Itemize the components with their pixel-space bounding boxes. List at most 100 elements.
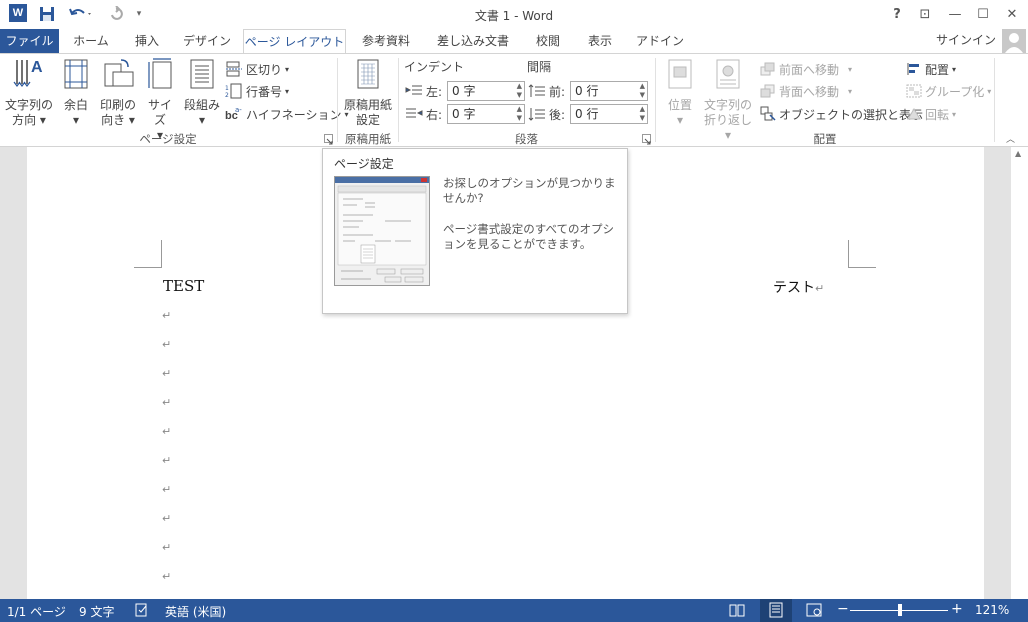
divider	[398, 58, 399, 142]
ribbon-display-options-button[interactable]: ⊡	[911, 3, 939, 25]
columns-icon	[190, 59, 214, 89]
spacing-before-icon	[528, 84, 545, 97]
divider	[655, 58, 656, 142]
selection-pane-button[interactable]: オブジェクトの選択と表示	[760, 104, 923, 124]
tab-file[interactable]: ファイル	[0, 29, 59, 53]
document-text-tesuto[interactable]: テスト↵	[773, 277, 824, 297]
proofing-icon[interactable]	[134, 602, 150, 621]
signin-link[interactable]: サインイン	[936, 29, 996, 51]
line-numbers-icon: 12	[225, 83, 242, 99]
text-direction-icon: A	[13, 59, 43, 87]
send-backward-icon	[760, 84, 775, 98]
tab-design[interactable]: デザイン	[178, 29, 236, 53]
collapse-ribbon-icon[interactable]: ︿	[1006, 132, 1015, 145]
page-count-status[interactable]: 1/1 ページ	[7, 603, 66, 620]
rotate-button[interactable]: 回転 ▾	[906, 104, 956, 124]
zoom-slider-thumb[interactable]	[898, 604, 902, 616]
read-mode-icon[interactable]	[729, 602, 745, 621]
paragraph-mark: ↵	[162, 483, 172, 496]
close-button[interactable]: ✕	[998, 3, 1026, 25]
indent-right-input[interactable]: 0 字 ▲ ▼	[447, 104, 525, 124]
line-numbers-button[interactable]: 12 行番号 ▾	[225, 81, 289, 101]
tab-home[interactable]: ホーム	[66, 29, 116, 53]
bring-forward-button[interactable]: 前面へ移動 ▾	[760, 59, 852, 79]
spacing-before-label: 前:	[528, 81, 565, 101]
indent-header: インデント	[404, 59, 465, 74]
manuscript-icon	[357, 59, 379, 89]
indent-left-input[interactable]: 0 字 ▲ ▼	[447, 81, 525, 101]
page-setup-launcher-icon[interactable]	[324, 134, 333, 145]
group-button[interactable]: グループ化 ▾	[906, 81, 991, 101]
align-button[interactable]: 配置 ▾	[906, 59, 956, 79]
page-setup-group-label: ページ設定	[139, 132, 197, 146]
status-bar: 1/1 ページ 9 文字 英語 (米国) − + 121%	[0, 599, 1028, 622]
text-direction-button[interactable]: A 文字列の 方向 ▾	[4, 56, 54, 128]
print-layout-button[interactable]	[760, 599, 792, 622]
paragraph-mark: ↵	[162, 396, 172, 409]
spacing-after-input[interactable]: 0 行 ▲ ▼	[570, 104, 648, 124]
svg-text:1: 1	[225, 85, 229, 92]
vertical-scrollbar[interactable]: ▲	[1011, 147, 1028, 599]
window-title: 文書 1 - Word	[474, 9, 554, 23]
paragraph-mark: ↵	[162, 425, 172, 438]
selection-pane-icon	[760, 106, 776, 121]
page-setup-tooltip: ページ設定 お探しのオプションが見つかりませんか? ページ書式設定のすべてのオプ…	[322, 148, 628, 314]
paragraph-group-label: 段落	[515, 132, 538, 146]
spacing-after-label: 後:	[528, 104, 565, 124]
crop-mark	[848, 240, 876, 268]
size-button[interactable]: サイズ ▾	[143, 56, 177, 143]
zoom-level[interactable]: 121%	[975, 603, 1009, 617]
tab-review[interactable]: 校閲	[528, 29, 568, 53]
paragraph-launcher-icon[interactable]	[642, 134, 651, 145]
align-icon	[907, 63, 919, 75]
word-count-status[interactable]: 9 文字	[79, 603, 114, 620]
tab-view[interactable]: 表示	[580, 29, 620, 53]
group-icon	[906, 84, 922, 98]
zoom-in-button[interactable]: +	[951, 601, 963, 617]
crop-mark	[134, 240, 162, 268]
web-layout-icon[interactable]	[806, 602, 822, 621]
spacing-header: 間隔	[527, 59, 552, 74]
paragraph-mark: ↵	[162, 309, 172, 322]
zoom-out-button[interactable]: −	[837, 601, 849, 617]
avatar-icon[interactable]	[1002, 29, 1026, 53]
minimize-button[interactable]: —	[941, 3, 969, 25]
help-button[interactable]: ?	[883, 3, 911, 25]
tab-mailings[interactable]: 差し込み文書	[430, 29, 516, 53]
document-text-test[interactable]: TEST	[163, 277, 204, 295]
columns-button[interactable]: 段組み ▾	[182, 56, 222, 128]
svg-text:2: 2	[225, 92, 229, 99]
paragraph-mark: ↵	[162, 512, 172, 525]
tab-page-layout[interactable]: ページ レイアウト	[243, 29, 346, 54]
divider	[337, 58, 338, 142]
word-window: W ▾ 文書 1 - Word ? ⊡ — ☐ ✕ ファイル ホーム 挿入 デザ…	[0, 0, 1028, 622]
print-layout-icon	[769, 602, 783, 618]
margins-button[interactable]: 余白 ▾	[59, 56, 93, 128]
indent-left-icon	[405, 85, 422, 95]
tab-addins[interactable]: アドイン	[632, 29, 688, 53]
maximize-button[interactable]: ☐	[969, 3, 997, 25]
orientation-icon	[104, 59, 134, 87]
text-direction-label2: 方向 ▾	[12, 113, 46, 127]
hyphenation-icon: bca-	[225, 106, 242, 122]
svg-text:A: A	[31, 59, 43, 76]
indent-right-label: 右:	[405, 104, 442, 124]
orientation-button[interactable]: 印刷の 向き ▾	[98, 56, 138, 128]
spacing-before-input[interactable]: 0 行 ▲ ▼	[570, 81, 648, 101]
manuscript-settings-button[interactable]: 原稿用紙 設定	[342, 56, 394, 128]
manuscript-group-label: 原稿用紙	[345, 132, 391, 146]
size-icon	[148, 58, 172, 89]
position-button[interactable]: 位置 ▾	[660, 56, 700, 128]
scroll-up-icon[interactable]: ▲	[1015, 149, 1021, 158]
indent-left-label: 左:	[405, 81, 442, 101]
tab-insert[interactable]: 挿入	[124, 29, 170, 53]
breaks-button[interactable]: 区切り ▾	[225, 59, 289, 79]
wrap-text-button[interactable]: 文字列の 折り返し ▾	[702, 56, 754, 143]
language-status[interactable]: 英語 (米国)	[165, 603, 226, 620]
hyphenation-button[interactable]: bc a- ハイフネーション ▾	[225, 104, 349, 124]
send-backward-button[interactable]: 背面へ移動 ▾	[760, 81, 852, 101]
breaks-icon	[226, 61, 242, 77]
paragraph-mark: ↵	[162, 367, 172, 380]
paragraph-mark: ↵	[162, 338, 172, 351]
tab-references[interactable]: 参考資料	[354, 29, 418, 53]
